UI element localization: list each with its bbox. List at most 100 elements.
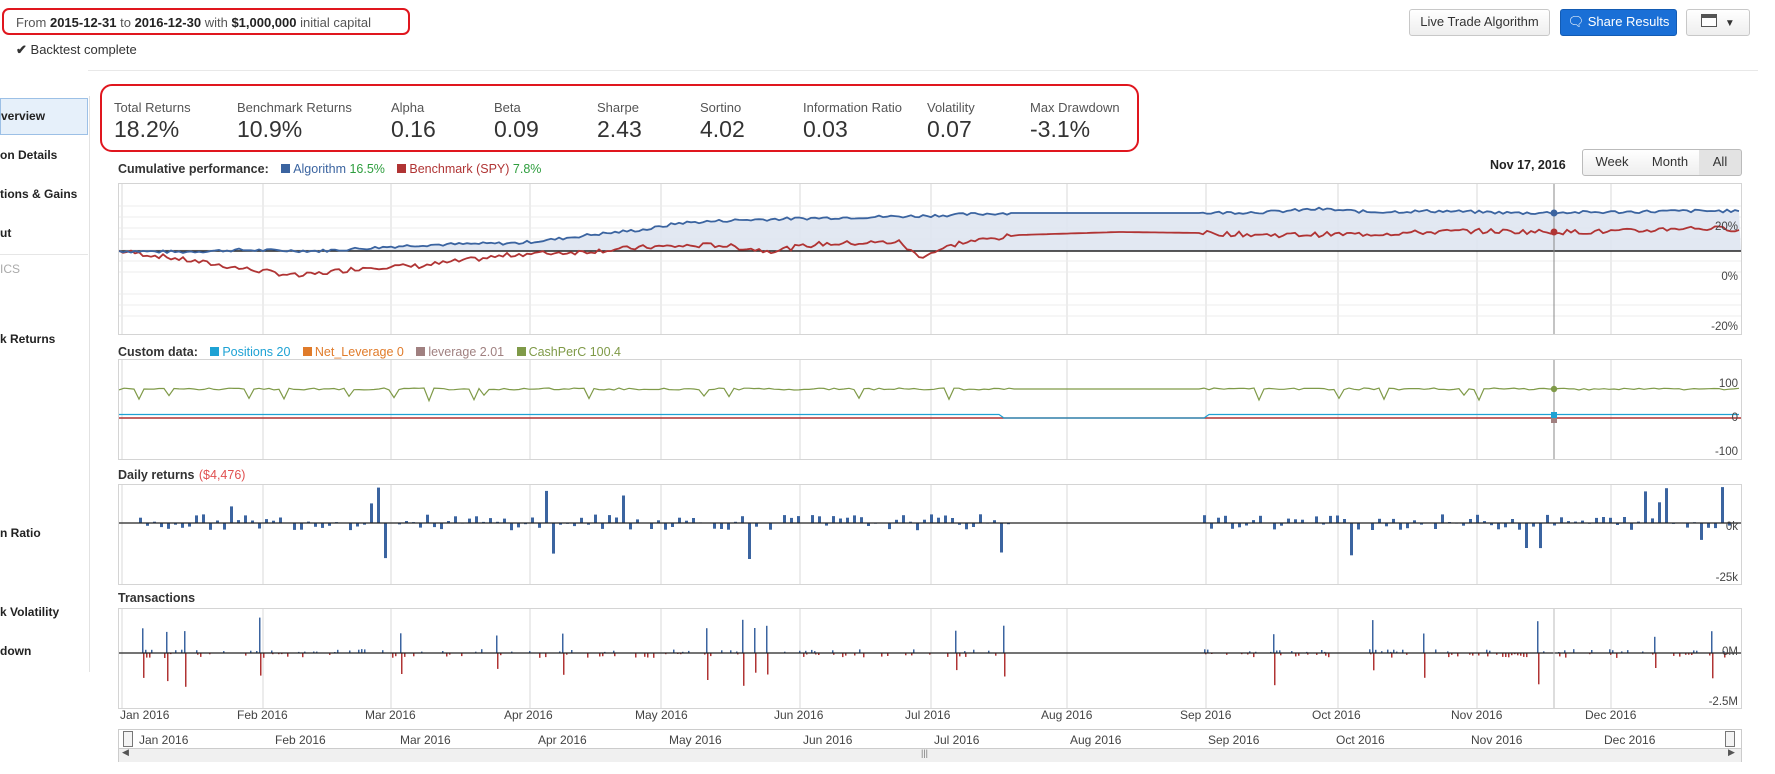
transaction-sell-bar — [143, 653, 145, 678]
transaction-sell-bar — [263, 653, 265, 658]
daily-return-bar — [979, 514, 982, 523]
daily-return-bar — [209, 523, 212, 530]
sidebar-item-information-ratio[interactable]: n Ratio — [0, 526, 88, 540]
transaction-buy-bar — [400, 633, 402, 653]
scroll-grip-icon[interactable]: ||| — [921, 748, 928, 758]
daily-return-bar — [545, 490, 548, 523]
legend-cashperc[interactable]: CashPerC 100.4 — [509, 345, 621, 359]
transactions-title: Transactions — [118, 591, 196, 605]
daily-return-bar — [1434, 523, 1437, 529]
transaction-sell-bar — [842, 653, 844, 658]
transaction-sell-bar — [1373, 653, 1375, 671]
live-trade-button[interactable]: Live Trade Algorithm — [1409, 9, 1550, 36]
custom-data-chart[interactable] — [118, 359, 1742, 460]
daily-return-bar — [419, 523, 422, 528]
sidebar-item-overview[interactable]: verview — [0, 98, 88, 135]
daily-return-bar — [594, 514, 597, 523]
daily-return-bar — [531, 517, 534, 523]
transaction-buy-bar — [562, 633, 564, 653]
legend-benchmark[interactable]: Benchmark (SPY) 7.8% — [389, 162, 541, 176]
backtest-status: ✔ Backtest complete — [16, 42, 137, 57]
daily-return-bar — [916, 523, 919, 531]
transactions-chart-svg — [119, 609, 1741, 708]
sidebar-item-details[interactable]: on Details — [0, 148, 88, 162]
metric-max-drawdown: Max Drawdown -3.1% — [1030, 100, 1120, 142]
daily-return-bar — [195, 515, 198, 523]
nav-month-label: Nov 2016 — [1471, 733, 1523, 747]
daily-return-bar — [1203, 515, 1206, 523]
transaction-sell-bar — [497, 653, 499, 669]
navigator-left-handle[interactable] — [123, 731, 133, 747]
daily-return-bar — [1350, 523, 1353, 556]
trx-y-label-zero: 0M — [1722, 646, 1738, 658]
caret-down-icon: ▼ — [1724, 18, 1735, 29]
daily-return-bar — [713, 523, 716, 529]
range-month-button[interactable]: Month — [1641, 149, 1700, 176]
daily-return-bar — [384, 523, 387, 559]
navigator-scrollbar[interactable]: ◀ ||| ▶ — [119, 747, 1741, 762]
metric-sharpe: Sharpe 2.43 — [597, 100, 642, 142]
share-results-button[interactable]: 🗨 Share Results — [1560, 9, 1677, 36]
daily-returns-chart-svg — [119, 485, 1741, 584]
sidebar-item-benchmark-returns[interactable]: k Returns — [0, 332, 88, 346]
cumulative-legend: Cumulative performance: Algorithm 16.5% … — [118, 162, 542, 176]
daily-return-bar — [167, 523, 170, 529]
sidebar: verview on Details tions & Gains ut ICS … — [0, 96, 90, 672]
daily-return-bar — [965, 523, 968, 530]
view-menu-button[interactable]: ▼ — [1686, 9, 1750, 36]
daily-return-bar — [615, 517, 618, 523]
legend-algorithm[interactable]: Algorithm 16.5% — [273, 162, 385, 176]
transaction-buy-bar — [1537, 621, 1539, 653]
daily-return-bar — [1630, 523, 1633, 530]
divider — [88, 70, 1758, 71]
range-week-button[interactable]: Week — [1582, 149, 1642, 176]
legend-leverage[interactable]: leverage 2.01 — [408, 345, 504, 359]
daily-return-bar — [902, 515, 905, 523]
daily-return-bar — [426, 514, 429, 523]
custom-data-chart-svg — [118, 360, 1741, 459]
daily-return-bar — [629, 523, 632, 530]
initial-capital: $1,000,000 — [231, 15, 297, 30]
daily-return-bar — [1658, 502, 1661, 523]
daily-return-bar — [503, 518, 506, 523]
daily-return-bar — [1399, 523, 1402, 530]
start-date: 2015-12-31 — [49, 15, 117, 30]
nav-month-label: Oct 2016 — [1336, 733, 1385, 747]
custom-y-label-top: 100 — [1718, 378, 1738, 390]
transaction-buy-bar — [142, 628, 144, 653]
sidebar-item-benchmark-volatility[interactable]: k Volatility — [0, 605, 88, 619]
transaction-sell-bar — [1448, 653, 1450, 658]
sidebar-item-max-drawdown[interactable]: down — [0, 644, 88, 658]
daily-return-bar — [650, 523, 653, 529]
nav-month-label: Dec 2016 — [1604, 733, 1656, 747]
nav-month-label: May 2016 — [669, 733, 722, 747]
transaction-buy-bar — [742, 619, 744, 653]
cum-y-label-zero: 0% — [1721, 271, 1738, 283]
share-icon: 🗨 — [1567, 14, 1585, 29]
legend-net-leverage[interactable]: Net_Leverage 0 — [295, 345, 404, 359]
benchmark-marker — [1550, 228, 1558, 236]
sidebar-item-output[interactable]: ut — [0, 226, 88, 240]
scroll-right-icon[interactable]: ▶ — [1728, 747, 1735, 758]
metric-beta: Beta 0.09 — [494, 100, 539, 142]
transaction-sell-bar — [1253, 653, 1255, 658]
transactions-chart[interactable] — [118, 608, 1742, 709]
daily-returns-chart[interactable] — [118, 484, 1742, 585]
legend-positions[interactable]: Positions 20 — [202, 345, 290, 359]
month-label: May 2016 — [635, 708, 688, 722]
cashperc-line — [118, 387, 1740, 403]
scroll-left-icon[interactable]: ◀ — [122, 747, 129, 758]
daily-return-bar — [1224, 515, 1227, 523]
sidebar-item-positions-gains[interactable]: tions & Gains — [0, 187, 88, 201]
daily-return-bar — [580, 517, 583, 523]
daily-return-bar — [1315, 516, 1318, 523]
range-navigator[interactable]: Jan 2016 Feb 2016 Mar 2016 Apr 2016 May … — [118, 729, 1742, 762]
transaction-sell-bar — [1526, 653, 1528, 658]
transaction-buy-bar — [496, 635, 498, 653]
month-label: Feb 2016 — [237, 708, 288, 722]
transaction-sell-bar — [1616, 653, 1618, 658]
cumulative-chart[interactable] — [118, 183, 1742, 335]
range-all-button[interactable]: All — [1699, 149, 1742, 176]
navigator-right-handle[interactable] — [1725, 731, 1735, 747]
metrics-summary: Total Returns 18.2% Benchmark Returns 10.9… — [100, 84, 1139, 152]
